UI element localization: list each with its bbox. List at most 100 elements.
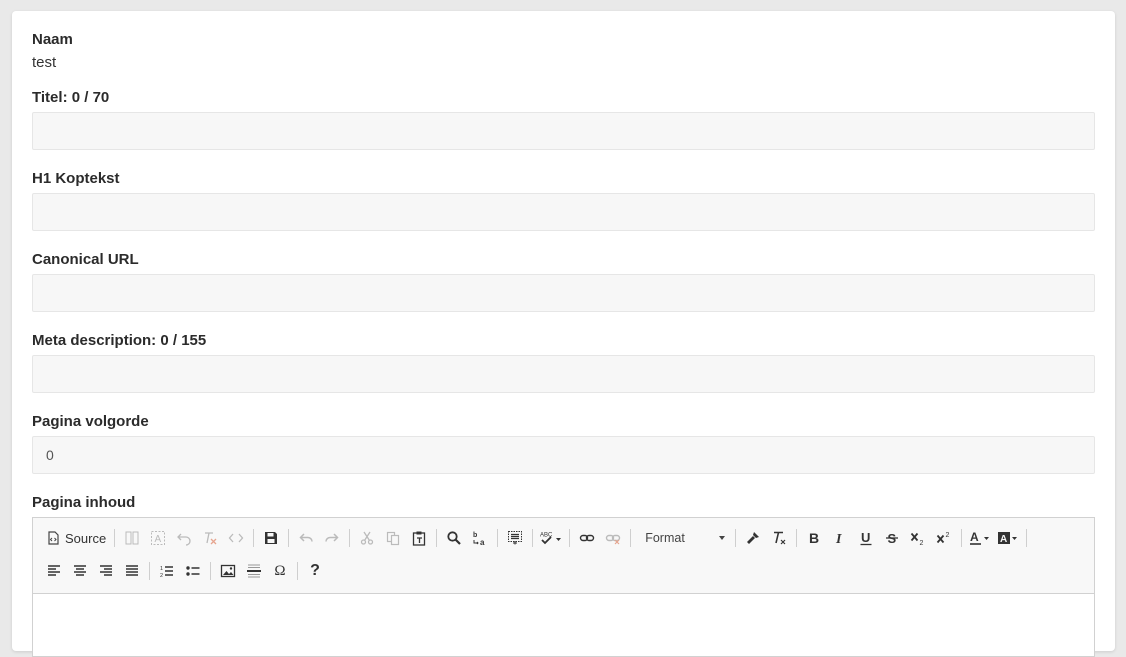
toolbar-separator <box>961 529 963 547</box>
code-button[interactable] <box>223 525 249 551</box>
format-dropdown[interactable]: Format <box>635 525 731 551</box>
italic-button[interactable]: I <box>827 525 853 551</box>
unlink-button[interactable] <box>600 525 626 551</box>
find-button[interactable] <box>441 525 467 551</box>
bold-button[interactable]: B <box>801 525 827 551</box>
spellcheck-icon: ABC <box>540 533 562 545</box>
source-button[interactable]: Source <box>41 525 110 551</box>
svg-text:1: 1 <box>160 566 163 572</box>
special-char-button[interactable]: Ω <box>267 558 293 584</box>
svg-text:b: b <box>473 532 477 539</box>
undo-button[interactable] <box>293 525 319 551</box>
copy-format-button[interactable] <box>740 525 766 551</box>
bulleted-list-button[interactable] <box>180 558 206 584</box>
pagina-inhoud-label: Pagina inhoud <box>32 494 136 511</box>
special-char-icon: Ω <box>274 562 286 579</box>
code-icon <box>228 533 244 543</box>
spellcheck-button[interactable]: ABC <box>537 525 565 551</box>
align-right-button[interactable] <box>93 558 119 584</box>
unlink-icon <box>606 534 621 545</box>
canonical-url-input[interactable] <box>32 274 1095 312</box>
text-color-button[interactable]: A <box>966 525 994 551</box>
horizontal-rule-icon <box>247 564 261 578</box>
select-all-icon: A <box>151 531 166 545</box>
toolbar-separator <box>630 529 632 547</box>
svg-text:a: a <box>480 538 485 546</box>
templates-button[interactable] <box>119 525 145 551</box>
superscript-button[interactable]: 2 <box>931 525 957 551</box>
toolbar-separator <box>436 529 438 547</box>
bulleted-list-icon <box>186 566 200 576</box>
text-color-icon: A <box>970 530 990 545</box>
undo-hint-icon <box>177 533 191 546</box>
toolbar-separator <box>149 562 150 580</box>
naam-label: Naam <box>32 31 73 48</box>
strikethrough-icon: S <box>886 531 899 546</box>
redo-button[interactable] <box>319 525 345 551</box>
align-right-icon <box>100 565 112 576</box>
numbered-list-button[interactable]: 12 <box>154 558 180 584</box>
justify-button[interactable] <box>119 558 145 584</box>
svg-text:2: 2 <box>160 573 163 579</box>
template-icon <box>125 531 139 545</box>
copy-button[interactable] <box>380 525 406 551</box>
toolbar-row-2: 12 Ω ? <box>41 557 328 585</box>
toolbar-separator <box>114 529 116 547</box>
editor-toolbar: Source A ba ABC Format B I U 2 2 A A 1 2… <box>33 518 1094 594</box>
align-left-icon <box>48 565 60 576</box>
paste-text-icon <box>413 531 426 546</box>
svg-text:B: B <box>809 530 819 546</box>
save-icon <box>265 532 278 544</box>
toolbar-separator <box>288 529 290 547</box>
h1-koptekst-input[interactable] <box>32 193 1095 231</box>
show-blocks-icon <box>508 531 523 545</box>
undo-alt-button[interactable] <box>171 525 197 551</box>
replace-button[interactable]: ba <box>467 525 493 551</box>
italic-icon: I <box>835 532 842 546</box>
pagina-volgorde-input[interactable] <box>32 436 1095 474</box>
background-color-button[interactable]: A <box>994 525 1022 551</box>
align-left-button[interactable] <box>41 558 67 584</box>
remove-format-alt-button[interactable] <box>197 525 223 551</box>
cut-button[interactable] <box>354 525 380 551</box>
h1-koptekst-label: H1 Koptekst <box>32 170 120 187</box>
underline-button[interactable]: U <box>853 525 879 551</box>
toolbar-separator <box>735 529 737 547</box>
select-all-button[interactable]: A <box>145 525 171 551</box>
subscript-icon: 2 <box>911 532 924 546</box>
remove-format-icon <box>774 531 786 545</box>
align-center-button[interactable] <box>67 558 93 584</box>
link-button[interactable] <box>574 525 600 551</box>
svg-text:A: A <box>1000 534 1007 545</box>
bold-icon: B <box>809 530 819 546</box>
remove-format-button[interactable] <box>766 525 792 551</box>
svg-text:2: 2 <box>920 540 924 546</box>
titel-input[interactable] <box>32 112 1095 150</box>
svg-text:A: A <box>155 534 162 545</box>
replace-icon: ba <box>473 532 485 546</box>
horizontal-rule-button[interactable] <box>241 558 267 584</box>
titel-label: Titel: 0 / 70 <box>32 89 110 106</box>
paste-text-button[interactable] <box>406 525 432 551</box>
meta-description-label: Meta description: 0 / 155 <box>32 332 207 349</box>
toolbar-separator <box>569 529 571 547</box>
image-button[interactable] <box>215 558 241 584</box>
meta-description-input[interactable] <box>32 355 1095 393</box>
svg-text:A: A <box>970 530 979 544</box>
pagina-volgorde-label: Pagina volgorde <box>32 413 149 430</box>
strikethrough-button[interactable]: S <box>879 525 905 551</box>
page-form-card: Naam test Titel: 0 / 70 H1 Koptekst Cano… <box>12 11 1115 657</box>
toolbar-separator <box>349 529 351 547</box>
superscript-icon: 2 <box>937 532 950 544</box>
remove-format-alt-icon <box>205 532 217 545</box>
toolbar-row-1: Source A ba ABC Format B I U 2 2 A A <box>41 524 1031 552</box>
toolbar-separator <box>1026 529 1028 547</box>
copy-icon <box>387 531 400 546</box>
link-icon <box>580 534 595 542</box>
help-button[interactable]: ? <box>302 558 328 584</box>
subscript-button[interactable]: 2 <box>905 525 931 551</box>
editor-content-area[interactable] <box>33 594 1094 656</box>
save-button[interactable] <box>258 525 284 551</box>
show-blocks-button[interactable] <box>502 525 528 551</box>
undo-icon <box>299 533 313 542</box>
